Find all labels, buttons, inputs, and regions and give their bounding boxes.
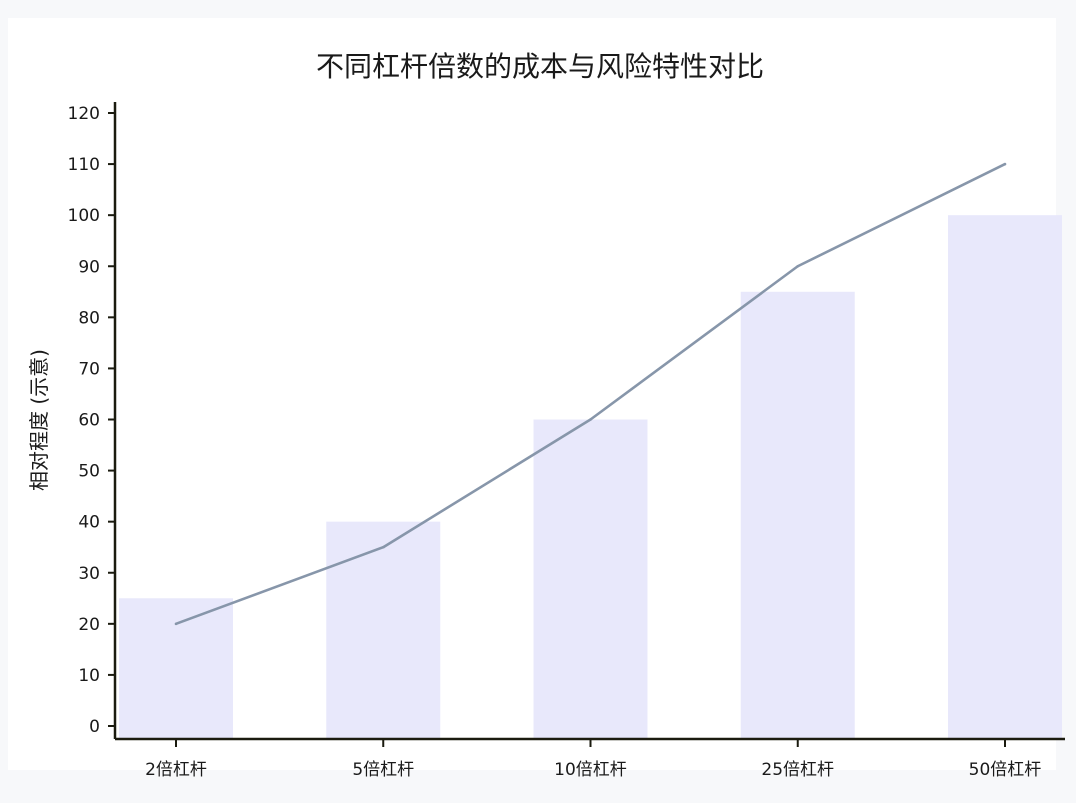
y-tick-label-40: 40 [78,513,100,533]
y-tick-label-110: 110 [68,155,100,175]
chart-title: 不同杠杆倍数的成本与风险特性对比 [316,50,764,83]
y-tick-label-60: 60 [78,411,100,431]
y-tick-label-20: 20 [78,615,100,635]
bar-4 [740,291,855,739]
bar-1 [119,598,233,739]
x-tick-label-2: 5倍杠杆 [352,760,414,780]
chart-card: 不同杠杆倍数的成本与风险特性对比 相对程度 (示意) 0 10 20 30 40 50 60… [8,18,1065,780]
chart: 不同杠杆倍数的成本与风险特性对比 相对程度 (示意) 0 10 20 30 40 50 60… [27,50,1065,780]
x-tick-label-5: 50倍杠杆 [969,760,1042,780]
x-tick-label-1: 2倍杠杆 [145,760,207,780]
bars-group [119,215,1062,739]
line-point-5 [1003,162,1007,166]
y-tick-label-70: 70 [78,359,100,379]
y-axis-label: 相对程度 (示意) [27,349,51,491]
y-tick-label-120: 120 [68,104,100,124]
y-tick-label-30: 30 [78,564,100,584]
y-tick-label-0: 0 [89,717,100,737]
y-tick-label-90: 90 [78,257,100,277]
line-point-2 [381,545,385,549]
y-tick-label-10: 10 [78,666,100,686]
y-tick-label-50: 50 [78,462,100,482]
y-tick-label-80: 80 [78,308,100,328]
bar-2 [326,521,441,739]
line-point-3 [589,418,592,421]
y-tick-label-100: 100 [68,206,100,226]
line-point-1 [174,622,178,626]
bar-5 [948,215,1062,739]
line-point-4 [796,264,800,268]
x-tick-label-4: 25倍杠杆 [761,760,834,780]
x-tick-label-3: 10倍杠杆 [554,760,627,780]
bar-3 [533,419,648,739]
